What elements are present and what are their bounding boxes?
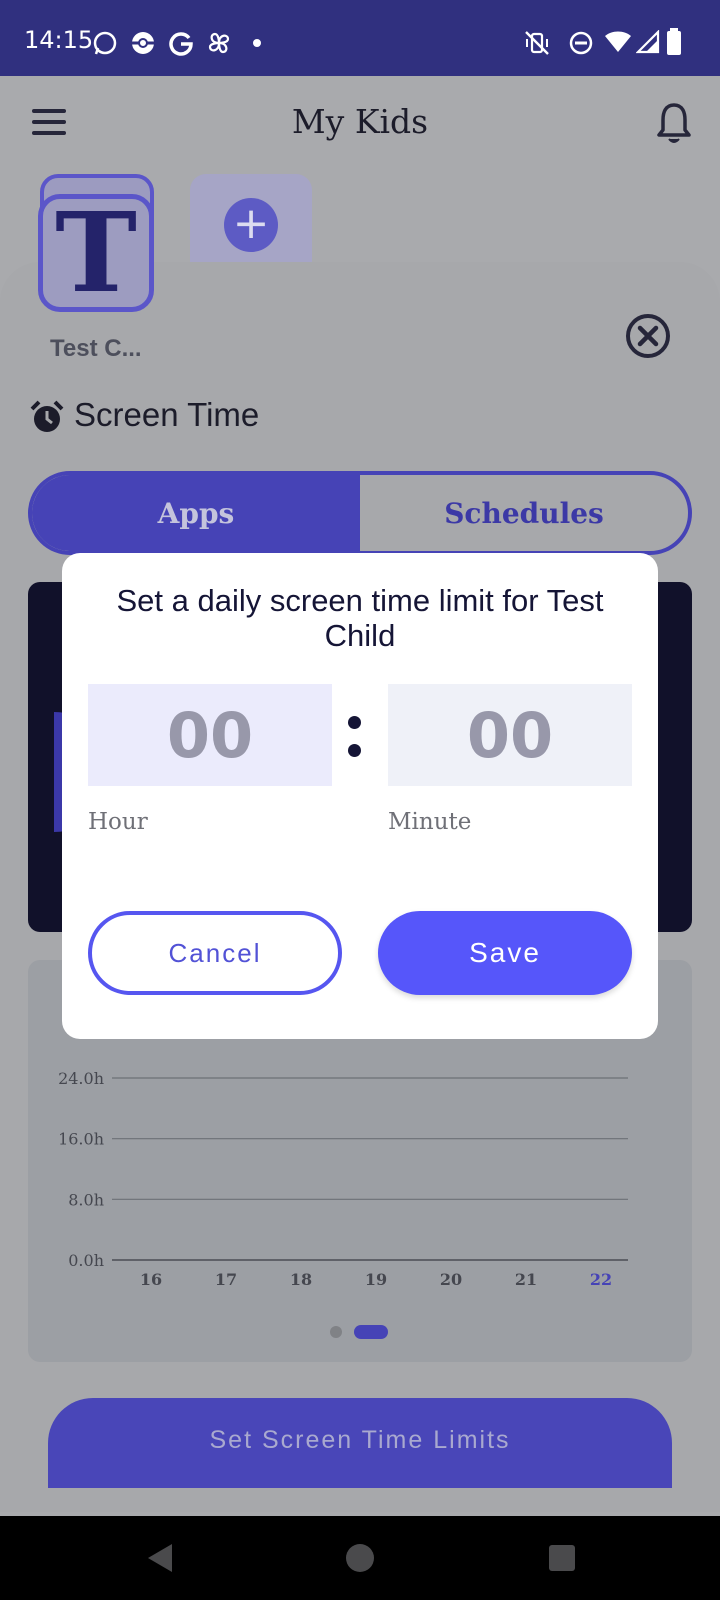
alarm-clock-icon xyxy=(30,400,64,432)
battery-icon xyxy=(667,28,681,55)
cell-signal-icon xyxy=(636,30,660,54)
pokeball-icon xyxy=(132,32,154,54)
y-tick-label: 8.0h xyxy=(68,1190,104,1209)
x-tick-label: 20 xyxy=(440,1270,462,1289)
x-tick-label: 21 xyxy=(515,1270,537,1289)
x-tick-label: 22 xyxy=(590,1270,612,1289)
kid-avatar-front: T xyxy=(38,194,154,312)
vibrate-off-icon xyxy=(525,31,549,55)
status-time: 14:15 xyxy=(24,26,94,54)
pager-dot-active[interactable] xyxy=(354,1325,388,1339)
y-tick-label: 24.0h xyxy=(58,1069,104,1088)
kid-avatar[interactable]: T xyxy=(38,174,154,312)
pager-dot[interactable] xyxy=(330,1326,342,1338)
tab-apps[interactable]: Apps xyxy=(32,475,360,551)
save-button[interactable]: Save xyxy=(378,911,632,995)
kid-name[interactable]: Test C... xyxy=(50,335,142,363)
x-tick-label: 18 xyxy=(290,1270,312,1289)
pager-dots xyxy=(330,1325,390,1339)
minute-input[interactable]: 00 xyxy=(388,684,632,786)
y-tick-label: 16.0h xyxy=(58,1130,104,1149)
tab-schedules[interactable]: Schedules xyxy=(360,475,688,551)
home-icon[interactable] xyxy=(346,1544,374,1572)
wifi-icon xyxy=(605,31,631,52)
bell-icon[interactable] xyxy=(656,102,692,146)
x-tick-label: 16 xyxy=(140,1270,162,1289)
page-title: My Kids xyxy=(291,102,429,141)
whatsapp-icon xyxy=(93,31,117,55)
app-header: My Kids xyxy=(0,76,720,172)
navigation-bar xyxy=(0,1516,720,1600)
plus-icon: + xyxy=(224,198,278,252)
y-tick-label: 0.0h xyxy=(68,1251,104,1270)
add-kid-button[interactable]: + xyxy=(190,174,312,262)
hour-label: Hour xyxy=(88,809,148,835)
minute-label: Minute xyxy=(388,809,472,835)
do-not-disturb-icon xyxy=(569,31,593,55)
notification-dot-icon xyxy=(253,39,261,47)
google-icon xyxy=(169,32,193,56)
x-tick-label: 17 xyxy=(215,1270,237,1289)
tab-bar: Apps Schedules xyxy=(28,471,692,555)
recent-apps-icon[interactable] xyxy=(549,1545,575,1571)
hour-input[interactable]: 00 xyxy=(88,684,332,786)
x-tick-label: 19 xyxy=(365,1270,387,1289)
time-separator xyxy=(348,716,362,757)
status-bar: 14:15 xyxy=(0,0,720,76)
kid-initial: T xyxy=(55,188,137,317)
cancel-button[interactable]: Cancel xyxy=(88,911,342,995)
screen-time-limit-dialog: Set a daily screen time limit for Test C… xyxy=(62,553,658,1039)
section-title: Screen Time xyxy=(74,396,260,433)
pinwheel-icon xyxy=(208,32,230,54)
close-icon[interactable] xyxy=(624,312,672,360)
dialog-title: Set a daily screen time limit for Test C… xyxy=(116,583,604,653)
back-icon[interactable] xyxy=(146,1542,174,1574)
set-screen-time-limits-button[interactable]: Set Screen Time Limits xyxy=(48,1398,672,1488)
